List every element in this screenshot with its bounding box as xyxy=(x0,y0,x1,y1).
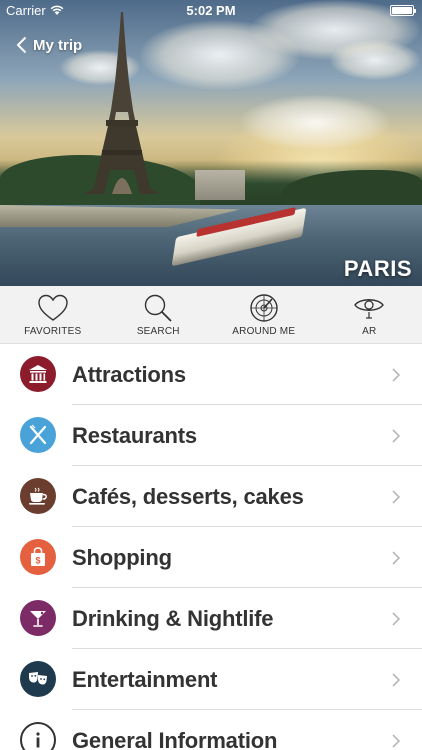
tool-favorites-label: FAVORITES xyxy=(24,326,82,337)
fork-knife-icon xyxy=(20,417,56,453)
chevron-right-icon xyxy=(392,490,400,504)
radar-icon xyxy=(250,294,278,322)
eye-icon xyxy=(354,299,385,319)
cloud xyxy=(240,95,390,150)
list-item-restaurants[interactable]: Restaurants xyxy=(0,405,422,466)
list-item-label: Drinking & Nightlife xyxy=(72,606,274,631)
shopping-bag-icon: $ xyxy=(20,539,56,575)
city-buildings xyxy=(195,170,245,200)
list-item-shopping[interactable]: $ Shopping xyxy=(0,527,422,588)
toolbar: FAVORITES SEARCH AROUND ME AR xyxy=(0,286,422,344)
city-title: PARIS xyxy=(343,256,412,281)
heart-icon xyxy=(38,294,68,321)
list-item-general-information[interactable]: General Information xyxy=(0,710,422,750)
list-item-label: Attractions xyxy=(72,362,186,387)
list-item-label: Restaurants xyxy=(72,423,197,448)
tool-ar-label: AR xyxy=(362,326,377,337)
tool-favorites[interactable]: FAVORITES xyxy=(0,286,106,343)
list-item-drinking-nightlife[interactable]: Drinking & Nightlife xyxy=(0,588,422,649)
chevron-right-icon xyxy=(392,612,400,626)
chevron-right-icon xyxy=(392,368,400,382)
list-item-cafes[interactable]: Cafés, desserts, cakes xyxy=(0,466,422,527)
eiffel-tower xyxy=(84,12,160,194)
back-button[interactable]: My trip xyxy=(16,34,82,56)
cloud xyxy=(330,40,420,80)
status-time: 5:02 PM xyxy=(186,3,236,18)
museum-icon xyxy=(20,356,56,392)
coffee-cup-icon xyxy=(20,478,56,514)
list-item-label: Shopping xyxy=(72,545,172,570)
tool-around-me[interactable]: AROUND ME xyxy=(211,286,317,343)
chevron-right-icon xyxy=(392,673,400,687)
chevron-right-icon xyxy=(392,429,400,443)
chevron-right-icon xyxy=(392,734,400,748)
cocktail-icon xyxy=(20,600,56,636)
category-list: Attractions Restaurants Cafés, desserts,… xyxy=(0,344,422,750)
battery-icon xyxy=(390,5,416,16)
info-icon xyxy=(20,722,56,750)
svg-text:$: $ xyxy=(35,556,40,566)
list-item-label: Entertainment xyxy=(72,667,218,692)
tool-ar[interactable]: AR xyxy=(317,286,422,343)
theater-masks-icon xyxy=(20,661,56,697)
back-button-label: My trip xyxy=(33,36,83,54)
chevron-right-icon xyxy=(392,551,400,565)
chevron-left-icon xyxy=(16,36,27,54)
list-item-entertainment[interactable]: Entertainment xyxy=(0,649,422,710)
tool-search-label: SEARCH xyxy=(136,326,180,337)
tool-around-me-label: AROUND ME xyxy=(232,326,296,337)
search-icon xyxy=(145,294,172,322)
list-item-label: Cafés, desserts, cakes xyxy=(72,484,304,509)
tool-search[interactable]: SEARCH xyxy=(106,286,212,343)
status-bar: Carrier 5:02 PM xyxy=(0,0,422,22)
list-item-attractions[interactable]: Attractions xyxy=(0,344,422,405)
list-item-label: General Information xyxy=(72,728,278,750)
